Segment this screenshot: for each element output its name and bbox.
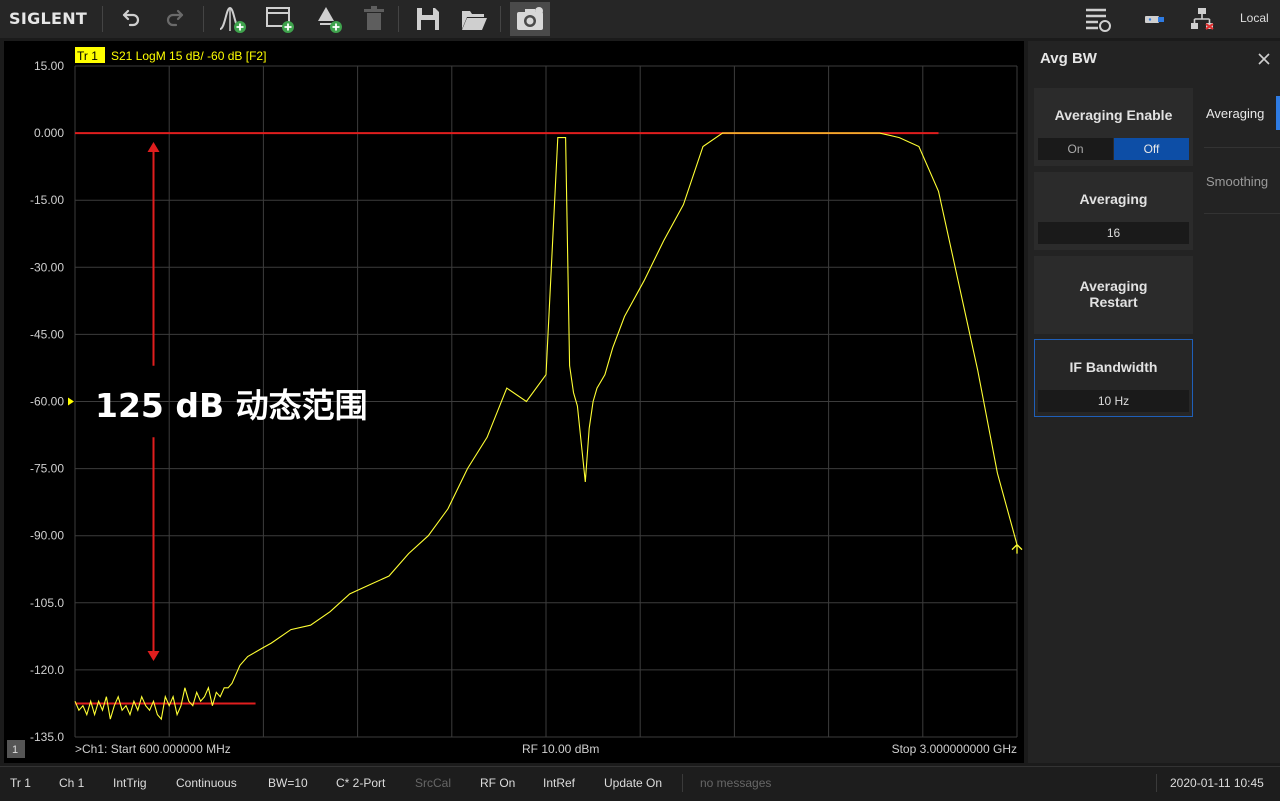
- y-tick-label: -75.00: [30, 462, 64, 476]
- averaging-on-option[interactable]: On: [1038, 138, 1113, 160]
- averaging-value-field[interactable]: 16: [1038, 222, 1189, 244]
- avg-bw-panel: Avg BW Averaging Enable On Off Averaging…: [1028, 41, 1280, 763]
- trace-tag[interactable]: Tr 1: [77, 49, 98, 63]
- screenshot-icon[interactable]: [510, 2, 550, 36]
- y-tick-label: -45.00: [30, 327, 64, 341]
- averaging-restart-button[interactable]: Averaging Restart: [1034, 256, 1193, 334]
- delete-icon[interactable]: [358, 3, 390, 35]
- status-rf[interactable]: RF On: [480, 776, 515, 790]
- tab-active-indicator: [1276, 96, 1280, 130]
- status-bar: Tr 1 Ch 1 IntTrig Continuous BW=10 C* 2-…: [0, 766, 1280, 801]
- status-datetime: 2020-01-11 10:45: [1170, 776, 1264, 790]
- status-sweep-mode[interactable]: Continuous: [176, 776, 237, 790]
- channel-badge[interactable]: 1: [12, 744, 18, 756]
- open-folder-icon[interactable]: [458, 3, 490, 35]
- status-reference[interactable]: IntRef: [543, 776, 575, 790]
- trace-display[interactable]: 15.00 0.000 -15.00 -30.00 -45.00 -60.00 -75.00…: [4, 41, 1024, 763]
- network-icon[interactable]: [1186, 3, 1218, 35]
- usb-icon[interactable]: [1138, 3, 1170, 35]
- status-bandwidth[interactable]: BW=10: [268, 776, 308, 790]
- y-tick-labels: 15.00 0.000 -15.00 -30.00 -45.00 -60.00 -75.00…: [30, 59, 64, 744]
- status-separator: [682, 774, 683, 792]
- if-bandwidth-card[interactable]: IF Bandwidth 10 Hz: [1034, 339, 1193, 417]
- toolbar-separator: [203, 6, 204, 32]
- status-channel[interactable]: Ch 1: [59, 776, 84, 790]
- y-tick-label: -90.00: [30, 529, 64, 543]
- y-tick-label: -105.0: [30, 596, 64, 610]
- range-arrow-head-up: [147, 142, 160, 153]
- trace-chart: 15.00 0.000 -15.00 -30.00 -45.00 -60.00 -75.00…: [7, 47, 1023, 758]
- status-srccal[interactable]: SrcCal: [415, 776, 451, 790]
- range-arrow-head-down: [147, 650, 160, 661]
- averaging-enable-label: Averaging Enable: [1054, 107, 1173, 123]
- start-frequency-label[interactable]: >Ch1: Start 600.000000 MHz: [75, 742, 231, 756]
- toolbar-separator: [500, 6, 501, 32]
- stop-frequency-label[interactable]: Stop 3.000000000 GHz: [892, 742, 1017, 756]
- save-icon[interactable]: [412, 3, 444, 35]
- close-icon[interactable]: [1254, 49, 1274, 69]
- tab-averaging[interactable]: Averaging: [1204, 88, 1280, 148]
- tab-smoothing[interactable]: Smoothing: [1204, 149, 1280, 213]
- status-messages: no messages: [700, 776, 772, 790]
- averaging-off-option[interactable]: Off: [1114, 138, 1189, 160]
- y-tick-label: 0.000: [34, 126, 64, 140]
- status-calibration[interactable]: C* 2-Port: [336, 776, 385, 790]
- status-update[interactable]: Update On: [604, 776, 662, 790]
- toolbar: SIGLENT Local: [0, 0, 1280, 38]
- tab-divider: [1204, 147, 1280, 148]
- remote-mode-label: Local: [1240, 11, 1269, 25]
- if-bandwidth-value-field[interactable]: 10 Hz: [1038, 390, 1189, 412]
- if-bandwidth-label: IF Bandwidth: [1069, 359, 1158, 375]
- averaging-enable-toggle[interactable]: On Off: [1038, 138, 1189, 160]
- brand-logo: SIGLENT: [9, 9, 88, 28]
- averaging-restart-label: Averaging Restart: [1079, 278, 1148, 310]
- tab-averaging-label: Averaging: [1206, 106, 1265, 121]
- dynamic-range-annotation: 125 dB 动态范围: [95, 386, 368, 425]
- redo-icon[interactable]: [160, 3, 192, 35]
- toolbar-separator: [102, 6, 103, 32]
- y-tick-label: -120.0: [30, 663, 64, 677]
- status-trace[interactable]: Tr 1: [10, 776, 31, 790]
- add-trace-icon[interactable]: [312, 3, 344, 35]
- y-tick-label: 15.00: [34, 59, 64, 73]
- settings-menu-icon[interactable]: [1082, 3, 1114, 35]
- undo-icon[interactable]: [114, 3, 146, 35]
- y-tick-label: -135.0: [30, 730, 64, 744]
- status-separator: [1156, 774, 1157, 792]
- toolbar-separator: [398, 6, 399, 32]
- averaging-enable-card: Averaging Enable On Off: [1034, 88, 1193, 166]
- trace-info[interactable]: S21 LogM 15 dB/ -60 dB [F2]: [111, 49, 266, 63]
- y-tick-label: -60.00: [30, 395, 64, 409]
- y-tick-label: -15.00: [30, 193, 64, 207]
- trace-end-arrow: [1011, 543, 1023, 554]
- trace-end-arrow-mark: [1011, 543, 1023, 554]
- averaging-card[interactable]: Averaging 16: [1034, 172, 1193, 250]
- rf-power-label[interactable]: RF 10.00 dBm: [522, 742, 599, 756]
- y-tick-label: -30.00: [30, 260, 64, 274]
- tab-smoothing-label: Smoothing: [1206, 174, 1269, 189]
- status-trigger[interactable]: IntTrig: [113, 776, 147, 790]
- reference-level-marker: [68, 397, 74, 406]
- tab-divider: [1204, 213, 1280, 214]
- averaging-label: Averaging: [1079, 191, 1148, 207]
- panel-title: Avg BW: [1040, 50, 1097, 67]
- add-marker-icon[interactable]: [216, 3, 248, 35]
- add-window-icon[interactable]: [264, 3, 296, 35]
